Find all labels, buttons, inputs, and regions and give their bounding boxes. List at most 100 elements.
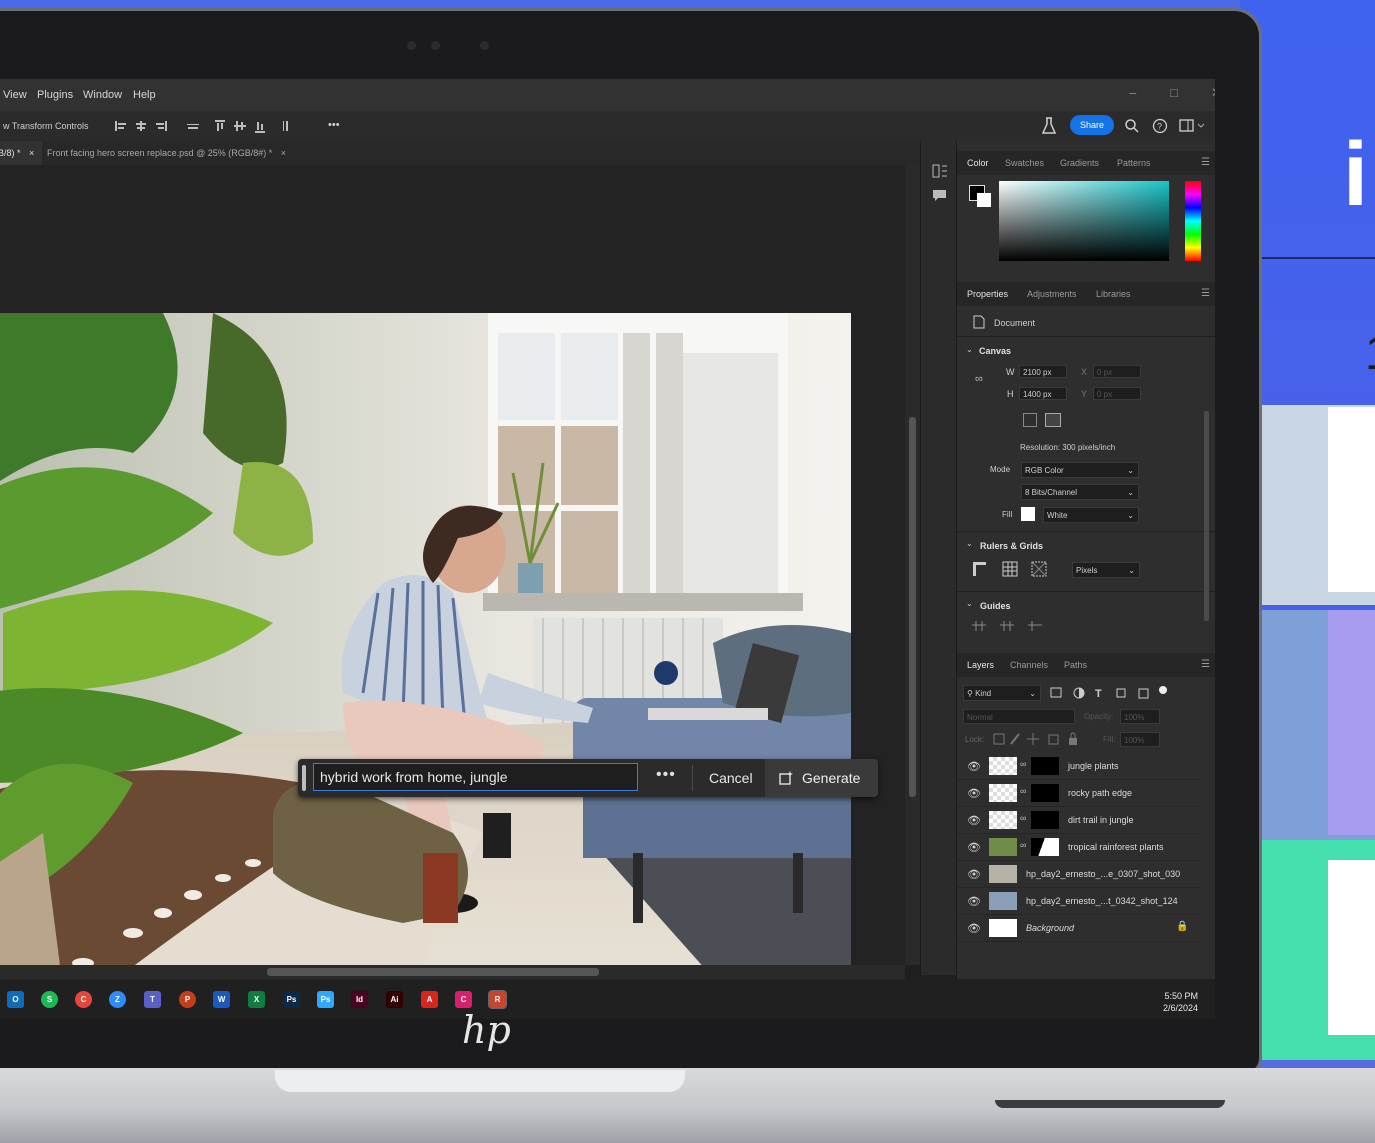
creative-cloud-icon[interactable]: C	[455, 991, 472, 1008]
tab-adjustments[interactable]: Adjustments	[1027, 289, 1077, 299]
more-options-icon[interactable]: •••	[328, 119, 340, 131]
zoom-icon[interactable]: Z	[109, 991, 126, 1008]
horizontal-scrollbar[interactable]	[0, 965, 905, 979]
search-icon[interactable]	[1124, 118, 1140, 134]
layer-filter-icons[interactable]: T	[1049, 686, 1169, 700]
more-options-icon[interactable]: •••	[656, 766, 676, 784]
tab-patterns[interactable]: Patterns	[1117, 158, 1151, 168]
transform-controls-checkbox[interactable]: w Transform Controls	[3, 121, 89, 131]
close-tab-icon[interactable]: ×	[281, 148, 286, 158]
scrollbar-thumb[interactable]	[267, 968, 599, 976]
layer-mask-thumbnail[interactable]	[1031, 811, 1059, 829]
chevron-down-icon[interactable]: ⌄	[966, 539, 973, 548]
layer-row[interactable]: 👁 ∞ tropical rainforest plants	[957, 834, 1200, 861]
powerpoint-icon[interactable]: P	[179, 991, 196, 1008]
tab-gradients[interactable]: Gradients	[1060, 158, 1099, 168]
menu-plugins[interactable]: Plugins	[37, 89, 73, 101]
minimize-icon[interactable]: –	[1129, 85, 1136, 100]
history-icon[interactable]	[932, 163, 948, 179]
panel-menu-icon[interactable]: ☰	[1201, 288, 1210, 299]
blend-mode-select[interactable]: Normal	[963, 709, 1075, 724]
align-icons[interactable]	[113, 118, 323, 134]
tab-properties[interactable]: Properties	[967, 289, 1008, 299]
teams-icon[interactable]: T	[144, 991, 161, 1008]
acrobat-icon[interactable]: A	[421, 991, 438, 1008]
cancel-button[interactable]: Cancel	[702, 763, 760, 793]
indesign-icon[interactable]: Id	[351, 991, 368, 1008]
scrollbar-thumb[interactable]	[909, 417, 916, 797]
menu-view[interactable]: View	[3, 89, 27, 101]
maximize-icon[interactable]: □	[1170, 85, 1178, 100]
tab-layers[interactable]: Layers	[967, 660, 994, 670]
layer-row[interactable]: 👁 hp_day2_ernesto_...e_0307_shot_030	[957, 861, 1200, 888]
tab-color[interactable]: Color	[967, 158, 989, 168]
color-picker-field[interactable]	[999, 181, 1169, 261]
help-icon[interactable]: ?	[1152, 118, 1168, 134]
fill-select[interactable]: White ⌄	[1043, 507, 1139, 523]
opacity-input[interactable]: 100%	[1120, 709, 1160, 724]
eye-icon[interactable]: 👁	[967, 760, 981, 773]
link-dimensions-icon[interactable]: ∞	[975, 373, 983, 385]
eye-icon[interactable]: 👁	[967, 841, 981, 854]
generate-button[interactable]: Generate	[765, 759, 878, 797]
tab-swatches[interactable]: Swatches	[1005, 158, 1044, 168]
layer-mask-thumbnail[interactable]	[1031, 757, 1059, 775]
mode-select[interactable]: RGB Color ⌄	[1021, 462, 1139, 478]
document-canvas-image[interactable]	[0, 313, 851, 989]
layer-row[interactable]: 👁 ∞ jungle plants	[957, 753, 1200, 780]
eye-icon[interactable]: 👁	[967, 922, 981, 935]
chrome-icon[interactable]: C	[75, 991, 92, 1008]
tab-document-1[interactable]: GB/8) * ×	[0, 141, 43, 165]
generative-prompt-input[interactable]	[313, 763, 638, 791]
menu-help[interactable]: Help	[133, 89, 156, 101]
eye-icon[interactable]: 👁	[967, 787, 981, 800]
x-input[interactable]: 0 px	[1093, 365, 1141, 378]
spotify-icon[interactable]: S	[41, 991, 58, 1008]
menu-window[interactable]: Window	[83, 89, 122, 101]
guides-icons[interactable]	[972, 619, 1052, 631]
eye-icon[interactable]: 👁	[967, 868, 981, 881]
illustrator-icon[interactable]: Ai	[386, 991, 403, 1008]
hue-slider[interactable]	[1185, 181, 1201, 261]
layer-filter-select[interactable]: ⚲ Kind ⌄	[963, 685, 1041, 701]
layer-row[interactable]: 👁 ∞ dirt trail in jungle	[957, 807, 1200, 834]
comments-icon[interactable]	[932, 189, 948, 203]
eye-icon[interactable]: 👁	[967, 814, 981, 827]
close-icon[interactable]: ✕	[1211, 85, 1215, 101]
background-color-swatch[interactable]	[977, 193, 991, 207]
layer-row[interactable]: 👁 hp_day2_ernesto_...t_0342_shot_124	[957, 888, 1200, 915]
units-select[interactable]: Pixels ⌄	[1072, 562, 1140, 578]
tab-paths[interactable]: Paths	[1064, 660, 1087, 670]
word-icon[interactable]: W	[213, 991, 230, 1008]
layer-row[interactable]: 👁 ∞ rocky path edge	[957, 780, 1200, 807]
eye-icon[interactable]: 👁	[967, 895, 981, 908]
landscape-orientation-icon[interactable]	[1045, 413, 1061, 427]
drag-handle[interactable]	[302, 765, 306, 791]
fill-opacity-input[interactable]: 100%	[1120, 732, 1160, 747]
flask-icon[interactable]	[1042, 117, 1056, 135]
tab-document-2[interactable]: Front facing hero screen replace.psd @ 2…	[39, 141, 294, 165]
share-button[interactable]: Share	[1070, 115, 1114, 135]
photoshop-beta-icon[interactable]: Ps	[317, 991, 334, 1008]
excel-icon[interactable]: X	[248, 991, 265, 1008]
vertical-scrollbar[interactable]	[905, 165, 920, 965]
height-input[interactable]: 1400 px	[1019, 387, 1067, 400]
close-tab-icon[interactable]: ×	[29, 148, 34, 158]
width-input[interactable]: 2100 px	[1019, 365, 1067, 378]
layer-mask-thumbnail[interactable]	[1031, 784, 1059, 802]
chevron-down-icon[interactable]: ⌄	[966, 345, 973, 354]
panel-menu-icon[interactable]: ☰	[1201, 659, 1210, 670]
lock-icons[interactable]	[993, 732, 1089, 746]
portrait-orientation-icon[interactable]	[1023, 413, 1037, 427]
layer-mask-thumbnail[interactable]	[1031, 838, 1059, 856]
fill-color-swatch[interactable]	[1021, 507, 1035, 521]
layer-row[interactable]: 👁 Background 🔒	[957, 915, 1200, 942]
rulers-grids-icons[interactable]	[972, 561, 1052, 577]
photoshop-icon[interactable]: Ps	[283, 991, 300, 1008]
panel-menu-icon[interactable]: ☰	[1201, 157, 1210, 168]
canvas-area[interactable]: ••• Cancel Generate	[0, 165, 905, 989]
tab-libraries[interactable]: Libraries	[1096, 289, 1131, 299]
bit-depth-select[interactable]: 8 Bits/Channel ⌄	[1021, 484, 1139, 500]
outlook-icon[interactable]: O	[7, 991, 24, 1008]
workspace-icon[interactable]	[1179, 119, 1207, 133]
